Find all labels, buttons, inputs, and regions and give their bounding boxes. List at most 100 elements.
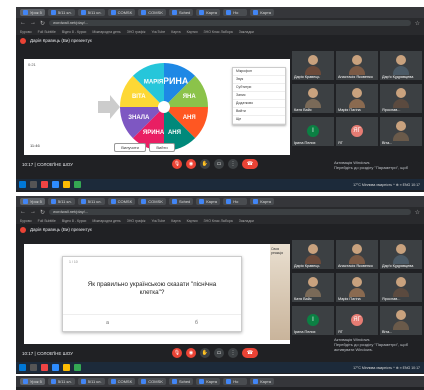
bookmark-item[interactable]: Картки [187,30,198,34]
menu-item[interactable]: Мікрофон [233,68,285,76]
browser-tab[interactable]: 5/11 кл. [47,9,75,16]
browser-tab[interactable]: COMSK [138,198,166,205]
menu-item[interactable]: Субтитри [233,84,285,92]
participant-tile[interactable]: ЯГ ЯГ [336,117,378,146]
participant-tile[interactable]: Дарія Кравець [292,51,334,80]
browser-tab[interactable]: 5/11 кл. [47,378,75,385]
app-icon[interactable] [74,181,81,188]
url-field[interactable]: wordwall.net/play/... [49,20,411,26]
browser-tab[interactable]: Урок 5 [20,378,45,385]
participant-tile[interactable]: Віта... [380,306,422,335]
bookmark-item[interactable]: YouTube [151,30,165,34]
bookmark-item[interactable]: Карта [171,219,180,223]
browser-tab[interactable]: 5/11 кл. [77,198,105,205]
forward-icon[interactable]: → [30,209,36,215]
browser-tab[interactable]: COMSK [107,198,136,205]
participant-tile[interactable]: Катя Вайс [292,273,334,302]
browser-tab[interactable]: Карта [196,198,221,205]
menu-item[interactable]: Додатково [233,100,285,108]
bookmark-item[interactable]: Міжнародна день [92,30,120,34]
bookmark-item[interactable]: ЗНО графік [127,30,146,34]
star-icon[interactable]: ☆ [415,20,420,27]
participant-tile[interactable]: Ярослав... [380,84,422,113]
bookmark-item[interactable]: Міжнародна день [92,219,120,223]
participant-tile[interactable]: Катя Вайс [292,84,334,113]
menu-item[interactable]: Звук [233,76,285,84]
browser-tab[interactable]: Но [223,378,248,385]
browser-tab[interactable]: Но [223,9,248,16]
raise-hand-icon[interactable]: ✋ [200,159,210,169]
browser-tab[interactable]: Карта [196,9,221,16]
end-call-icon[interactable]: ☎ [242,159,258,169]
browser-tab[interactable]: COMSK [107,378,136,385]
bookmark-item[interactable]: YouTube [151,219,165,223]
app-icon[interactable] [52,364,59,371]
bookmark-item[interactable]: ЗНО Клас Лабора [204,219,233,223]
exit-button[interactable]: Вийти [149,143,175,152]
bookmark-item[interactable]: Відео 8 - Курси [62,30,86,34]
wheel-hub[interactable] [158,101,170,113]
browser-tab[interactable]: Sched [168,198,194,205]
answer-a[interactable]: а [106,320,109,326]
forward-icon[interactable]: → [30,20,36,26]
bookmark-item[interactable]: ЗНО графік [127,219,146,223]
folder-icon[interactable] [63,181,70,188]
bookmark-item[interactable]: Бурово [20,30,32,34]
participant-tile[interactable]: Анастасія Яковенко [336,240,378,269]
browser-tab[interactable]: Sched [168,9,194,16]
bookmark-item[interactable]: Full Subtitle [38,219,56,223]
end-call-icon[interactable]: ☎ [242,348,258,358]
browser-tab[interactable]: COMSK [138,9,166,16]
bookmark-item[interactable]: Закладки [239,219,254,223]
participant-tile[interactable]: Ярослав... [380,273,422,302]
browser-tab[interactable]: Карта [250,378,275,385]
participant-tile[interactable]: Марія Пагіна [336,84,378,113]
app-icon[interactable] [52,181,59,188]
menu-item[interactable]: Вийти [233,108,285,116]
bookmark-item[interactable]: Full Subtitle [38,30,56,34]
bookmark-item[interactable]: ЗНО Клас Лабора [204,30,233,34]
app-icon[interactable] [41,181,48,188]
camera-off-icon[interactable]: ◉ [186,159,196,169]
browser-tab[interactable]: COMSK [107,9,136,16]
raise-hand-icon[interactable]: ✋ [200,348,210,358]
participant-tile[interactable]: І Ірина Пелих [292,117,334,146]
app-icon[interactable] [41,364,48,371]
browser-tab[interactable]: 5/11 кл. [77,9,105,16]
mic-off-icon[interactable]: 🎙 [172,159,182,169]
browser-tab[interactable]: Урок 5 [20,9,45,16]
bookmark-item[interactable]: Бурово [20,219,32,223]
star-icon[interactable]: ☆ [415,209,420,216]
search-icon[interactable] [30,364,37,371]
present-icon[interactable]: ▭ [214,348,224,358]
participant-tile[interactable]: І Ірина Пелих [292,306,334,335]
participant-tile[interactable]: Марія Пагіна [336,273,378,302]
search-icon[interactable] [30,181,37,188]
browser-tab[interactable]: Но [223,198,248,205]
app-icon[interactable] [74,364,81,371]
participant-tile[interactable]: ЯГ ЯГ [336,306,378,335]
participant-tile[interactable]: Віта... [380,117,422,146]
camera-off-icon[interactable]: ◉ [186,348,196,358]
more-icon[interactable]: ⋮ [228,348,238,358]
menu-item[interactable]: Ще [233,116,285,124]
browser-tab[interactable]: Карта [196,378,221,385]
browser-tab[interactable]: Карта [250,198,275,205]
url-field[interactable]: wordwall.net/play/... [49,209,411,215]
mic-off-icon[interactable]: 🎙 [172,348,182,358]
reload-icon[interactable]: ↻ [40,20,45,27]
bookmark-item[interactable]: Відео 8 - Курси [62,219,86,223]
browser-tab[interactable]: 5/11 кл. [47,198,75,205]
present-icon[interactable]: ▭ [214,159,224,169]
participant-tile[interactable]: Дарія Кравець [292,240,334,269]
browser-tab[interactable]: Карта [250,9,275,16]
participant-tile[interactable]: Дар'я Кудрявцева [380,51,422,80]
reload-icon[interactable]: ↻ [40,209,45,216]
folder-icon[interactable] [63,364,70,371]
answer-b[interactable]: б [195,320,198,326]
bookmark-item[interactable]: Закладки [239,30,254,34]
browser-tab[interactable]: Sched [168,378,194,385]
browser-tab[interactable]: 5/11 кл. [77,378,105,385]
browser-tab[interactable]: COMSK [138,378,166,385]
start-icon[interactable] [19,181,26,188]
